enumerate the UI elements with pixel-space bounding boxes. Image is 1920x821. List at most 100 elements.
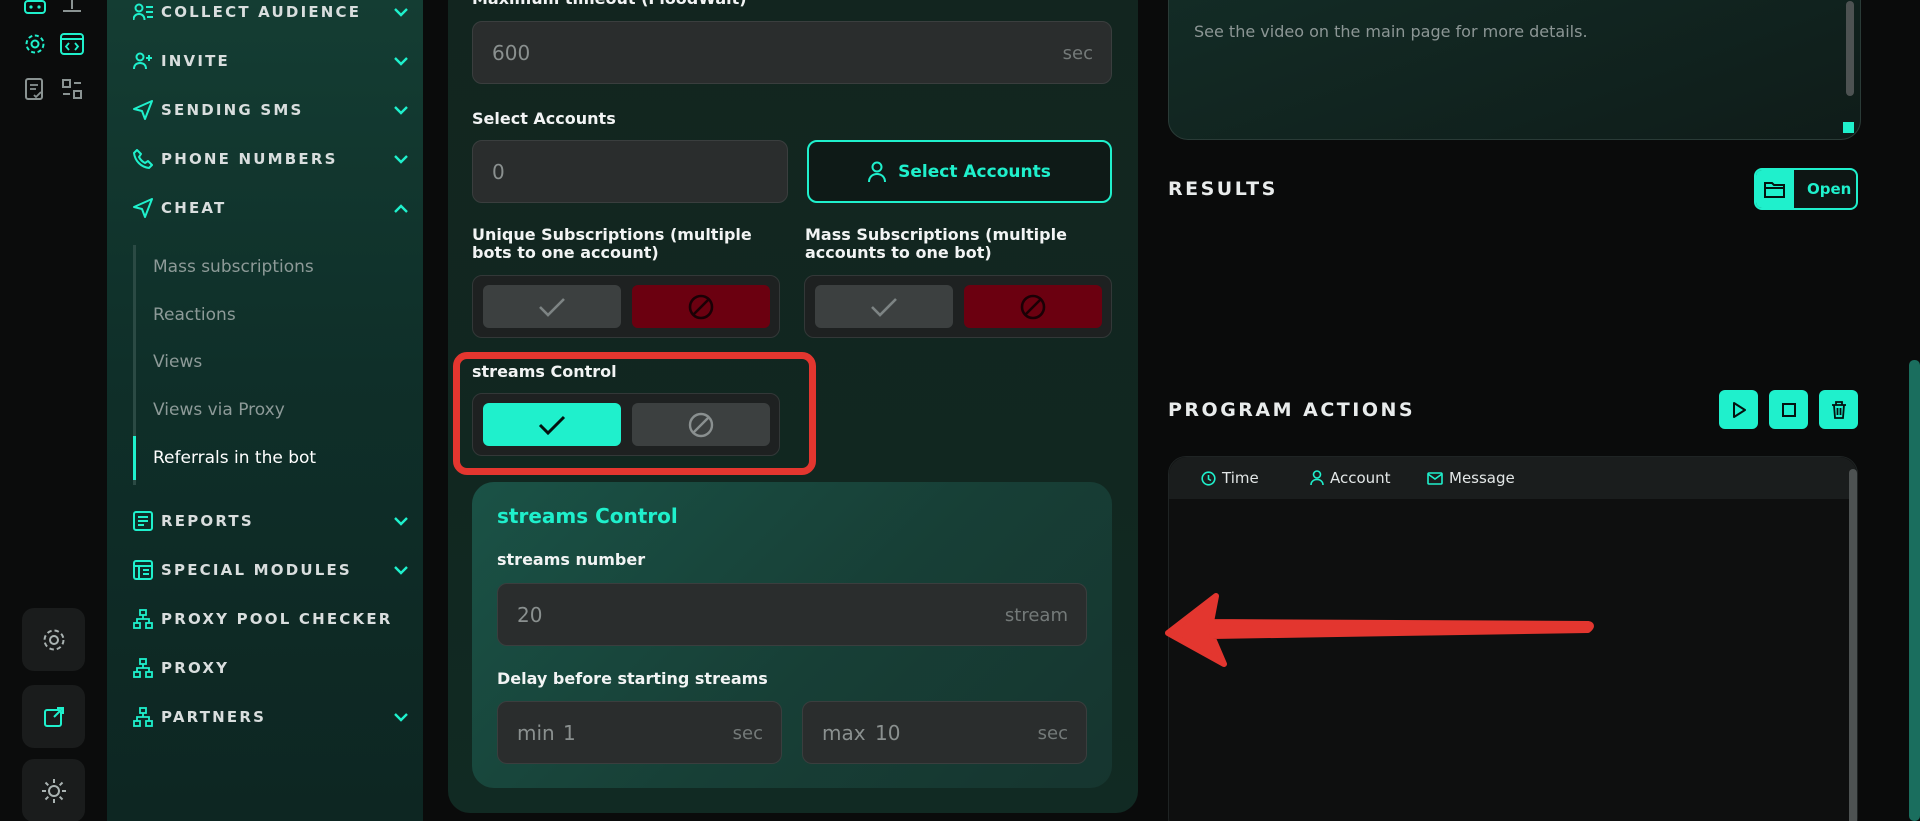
accounts-count-input[interactable]: 0 [472, 140, 788, 203]
settings-button[interactable] [22, 608, 85, 671]
clear-button[interactable] [1819, 390, 1858, 429]
streams-number-value: 20 [517, 603, 543, 627]
streams-card-title: streams Control [497, 504, 678, 528]
streams-control-card: streams Control streams number 20 stream… [472, 482, 1112, 788]
sidebar-item-special-modules[interactable]: SPECIAL MODULES [131, 553, 411, 587]
streams-number-unit: stream [1004, 605, 1068, 626]
chevron-down-icon[interactable] [391, 100, 411, 120]
network-icon[interactable] [58, 0, 86, 22]
submenu-item-mass-subscriptions[interactable]: Mass subscriptions [153, 257, 314, 277]
timeout-value: 600 [492, 41, 531, 65]
sidebar-item-phone-numbers[interactable]: PHONE NUMBERS [131, 142, 411, 176]
log-header: Time Account Message [1169, 457, 1857, 499]
description-text: See the video on the main page for more … [1194, 22, 1588, 41]
chevron-down-icon[interactable] [391, 707, 411, 727]
sidebar-item-invite[interactable]: INVITE [131, 44, 411, 78]
sidebar-item-label: PROXY [161, 659, 230, 677]
chevron-down-icon[interactable] [391, 149, 411, 169]
sidebar-item-cheat[interactable]: CHEAT [131, 191, 411, 225]
enable-option[interactable] [815, 285, 953, 328]
submenu-item-referrals-in-the-bot[interactable]: Referrals in the bot [153, 448, 316, 468]
submenu-item-views-via-proxy[interactable]: Views via Proxy [153, 400, 285, 420]
disable-option[interactable] [632, 285, 770, 328]
delay-max-unit: sec [1037, 723, 1068, 744]
sidebar-item-collect-audience[interactable]: COLLECT AUDIENCE [131, 0, 411, 29]
chevron-up-icon[interactable] [391, 198, 411, 218]
highlight-box [453, 352, 816, 475]
layout-icon[interactable] [58, 75, 86, 103]
annotation-arrow [1165, 593, 1594, 667]
sidebar-item-proxy-pool-checker[interactable]: PROXY POOL CHECKER [131, 602, 411, 636]
code-window-icon[interactable] [58, 30, 86, 58]
chevron-down-icon[interactable] [391, 51, 411, 71]
theme-toggle-button[interactable] [22, 759, 85, 821]
page-scrollbar[interactable] [1909, 360, 1920, 821]
play-icon [1732, 401, 1746, 418]
log-column-label: Account [1330, 469, 1391, 487]
enable-option[interactable] [483, 285, 621, 328]
user-icon [1310, 470, 1324, 486]
sidebar-item-sending-sms[interactable]: SENDING SMS [131, 93, 411, 127]
description-box: See the video on the main page for more … [1168, 0, 1861, 140]
disable-option[interactable] [964, 285, 1102, 328]
chevron-down-icon[interactable] [391, 511, 411, 531]
chevron-down-icon[interactable] [391, 2, 411, 22]
ban-icon [688, 294, 714, 319]
sidebar-item-partners[interactable]: PARTNERS [131, 700, 411, 734]
network-icon [131, 607, 155, 631]
submenu-active-indicator [133, 436, 136, 480]
submenu-item-views[interactable]: Views [153, 352, 202, 372]
gear-icon [43, 629, 64, 650]
send-icon [131, 98, 155, 122]
resize-handle-icon[interactable] [1843, 122, 1854, 133]
clock-icon [1201, 470, 1216, 486]
chevron-down-icon[interactable] [391, 560, 411, 580]
timeout-input[interactable]: 600 sec [472, 21, 1112, 84]
bot-icon[interactable] [21, 0, 49, 22]
log-column-label: Time [1222, 469, 1259, 487]
log-column-account[interactable]: Account [1310, 469, 1391, 487]
modules-icon [131, 558, 155, 582]
play-button[interactable] [1719, 390, 1758, 429]
external-link-button[interactable] [22, 685, 85, 748]
report-icon [131, 509, 155, 533]
streams-number-input[interactable]: 20 stream [497, 583, 1087, 646]
sidebar-item-label: SPECIAL MODULES [161, 561, 352, 579]
ban-icon [1020, 294, 1046, 319]
timeout-label: Maximum timeout (FloodWait) [472, 0, 747, 8]
delay-max-input[interactable]: max 10 sec [802, 701, 1087, 764]
delay-max-value: 10 [875, 721, 901, 745]
open-results-button[interactable]: Open [1754, 168, 1858, 210]
select-accounts-label: Select Accounts [472, 109, 616, 128]
unique-subscriptions-label: Unique Subscriptions (multiple bots to o… [472, 225, 752, 262]
log-column-message[interactable]: Message [1427, 469, 1515, 487]
results-title: RESULTS [1168, 178, 1278, 200]
select-accounts-button[interactable]: Select Accounts [807, 140, 1112, 203]
users-list-icon [131, 0, 155, 24]
select-accounts-button-label: Select Accounts [898, 161, 1051, 182]
log-column-time[interactable]: Time [1201, 469, 1259, 487]
sidebar-item-proxy[interactable]: PROXY [131, 651, 411, 685]
sidebar-item-reports[interactable]: REPORTS [131, 504, 411, 538]
mass-subscriptions-toggle [804, 275, 1112, 338]
checklist-icon[interactable] [21, 75, 49, 103]
network-icon [131, 705, 155, 729]
send-icon [131, 196, 155, 220]
sidebar-item-label: SENDING SMS [161, 101, 304, 119]
gear-icon[interactable] [21, 30, 49, 58]
sidebar-item-label: PHONE NUMBERS [161, 150, 338, 168]
delay-label: Delay before starting streams [497, 669, 768, 688]
delay-min-prefix: min [517, 721, 555, 745]
sidebar-item-label: COLLECT AUDIENCE [161, 3, 362, 21]
delay-min-unit: sec [732, 723, 763, 744]
icon-rail [0, 0, 107, 821]
sun-icon [41, 778, 66, 803]
log-column-label: Message [1449, 469, 1515, 487]
submenu-item-reactions[interactable]: Reactions [153, 305, 236, 325]
stop-button[interactable] [1769, 390, 1808, 429]
user-icon [868, 161, 887, 182]
delay-min-input[interactable]: min 1 sec [497, 701, 782, 764]
open-results-label: Open [1807, 180, 1852, 198]
description-scrollbar[interactable] [1846, 1, 1854, 96]
log-scrollbar[interactable] [1849, 469, 1857, 821]
